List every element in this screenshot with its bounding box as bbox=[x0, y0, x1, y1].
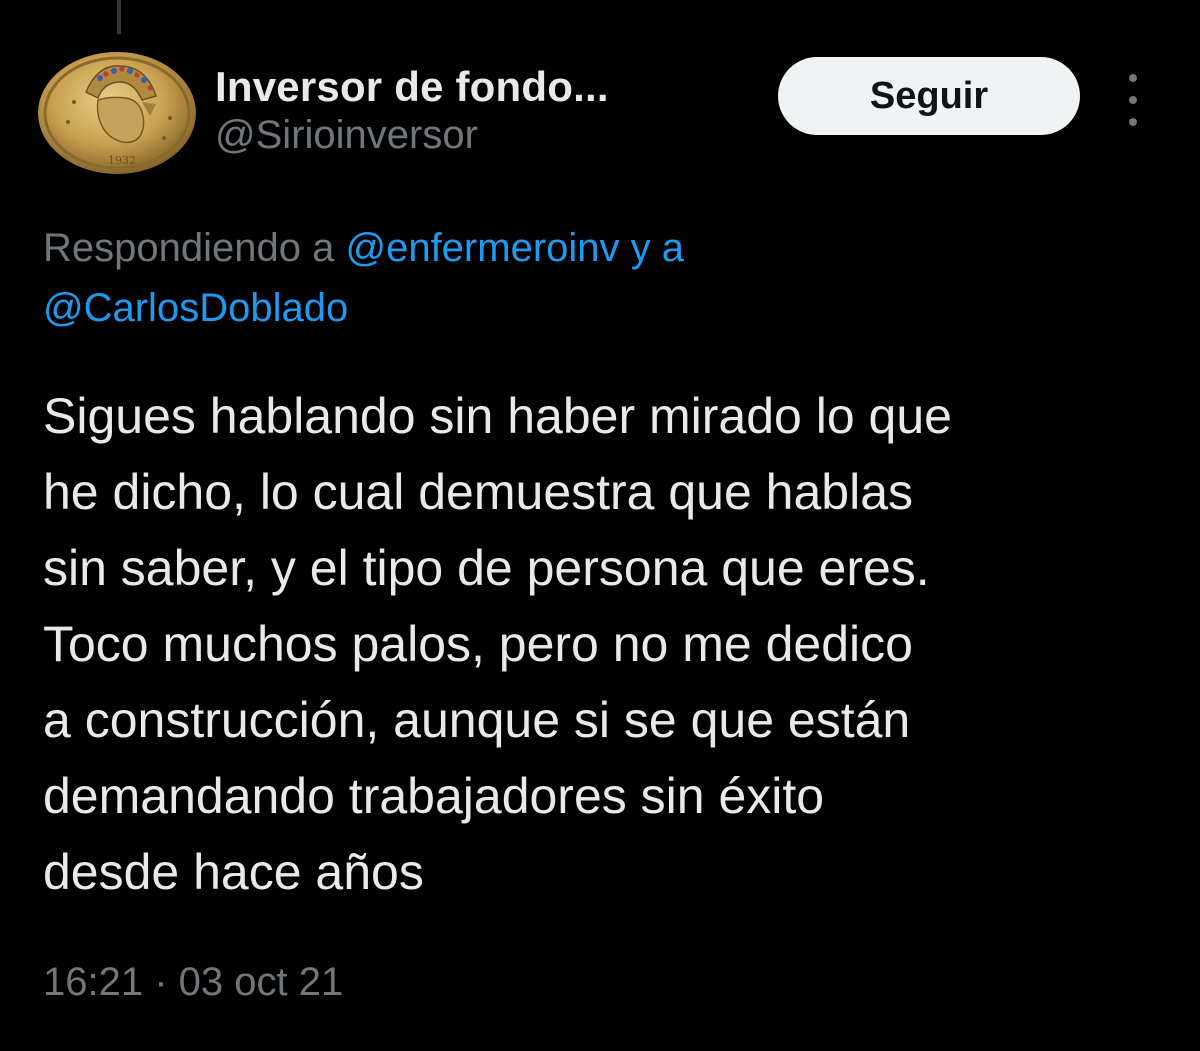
tweet-text-line: he dicho, lo cual demuestra que hablas bbox=[43, 464, 914, 520]
tweet-text-line: sin saber, y el tipo de persona que eres… bbox=[43, 540, 930, 596]
tweet-timestamp[interactable]: 16:21 · 03 oct 21 bbox=[43, 960, 343, 1005]
more-dot bbox=[1129, 74, 1137, 82]
follow-button[interactable]: Seguir bbox=[778, 57, 1080, 135]
tweet-text-line: demandando trabajadores sin éxito bbox=[43, 768, 825, 824]
more-dot bbox=[1129, 118, 1137, 126]
thread-connector-line bbox=[117, 0, 121, 34]
author-handle[interactable]: @Sirioinversor bbox=[215, 113, 478, 158]
author-avatar[interactable]: 1932 bbox=[38, 52, 196, 174]
tweet-text-line: Toco muchos palos, pero no me dedico bbox=[43, 616, 913, 672]
tweet-text-line: desde hace años bbox=[43, 844, 424, 900]
tweet-text-line: a construcción, aunque si se que están bbox=[43, 692, 911, 748]
author-display-name[interactable]: Inversor de fondo... bbox=[215, 63, 609, 111]
more-options-icon[interactable] bbox=[1118, 70, 1148, 130]
reply-context: Respondiendo a @enfermeroinv y a @Carlos… bbox=[43, 218, 1163, 338]
tweet-text: Sigues hablando sin haber mirado lo que … bbox=[43, 378, 1173, 910]
reply-prefix: Respondiendo a bbox=[43, 226, 346, 270]
reply-connector[interactable]: y a bbox=[620, 226, 684, 270]
svg-text:1932: 1932 bbox=[108, 154, 136, 167]
more-dot bbox=[1129, 96, 1137, 104]
gold-coin-avatar-icon: 1932 bbox=[38, 52, 196, 174]
mention-link-carlosdoblado[interactable]: @CarlosDoblado bbox=[43, 286, 348, 330]
mention-link-enfermeroinv[interactable]: @enfermeroinv bbox=[345, 226, 619, 270]
tweet-text-line: Sigues hablando sin haber mirado lo que bbox=[43, 388, 952, 444]
